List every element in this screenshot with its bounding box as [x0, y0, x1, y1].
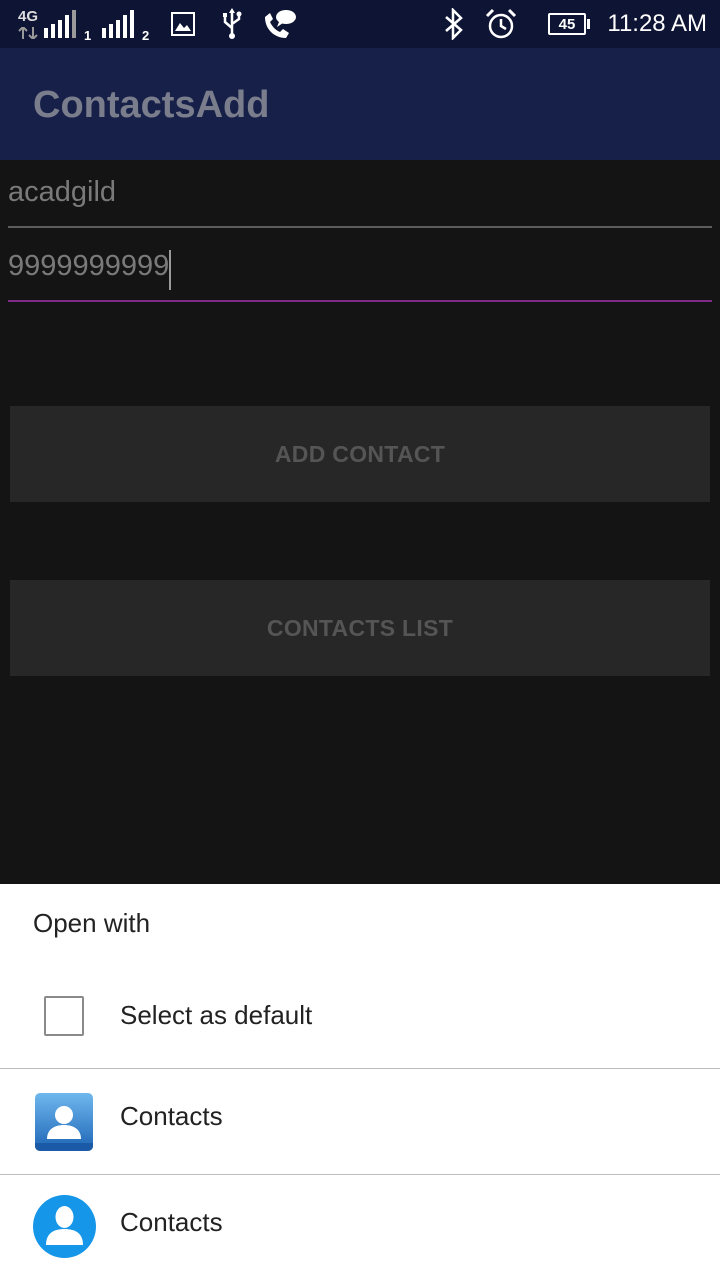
data-arrows-icon [18, 27, 38, 39]
app-option-contacts-2[interactable]: Contacts [0, 1175, 720, 1279]
select-default-checkbox[interactable] [44, 996, 84, 1036]
select-default-row[interactable]: Select as default [0, 972, 720, 1068]
network-type: 4G [18, 8, 39, 25]
usb-icon [223, 8, 242, 39]
phone-input-value: 9999999999 [8, 250, 170, 282]
contacts-round-icon [33, 1195, 96, 1258]
app-option-contacts-1[interactable]: Contacts [0, 1069, 720, 1173]
sim2-label: 2 [142, 28, 150, 43]
status-bar: 4G 1 2 45 11:28 AM [0, 0, 720, 48]
contacts-list-label: CONTACTS LIST [266, 614, 454, 641]
call-message-icon [265, 10, 296, 38]
gallery-icon [171, 12, 195, 36]
name-input-value: acadgild [8, 176, 117, 208]
app-option-label: Contacts [120, 1101, 223, 1131]
add-contact-button[interactable]: ADD CONTACT [10, 406, 710, 502]
sim1-label: 1 [84, 28, 92, 43]
signal-sim2-icon [102, 10, 134, 38]
contacts-list-button[interactable]: CONTACTS LIST [10, 580, 710, 676]
phone-input[interactable]: 9999999999 [8, 242, 712, 302]
battery-level: 45 [558, 15, 576, 33]
alarm-icon [485, 8, 517, 39]
bluetooth-icon [445, 8, 463, 40]
add-contact-label: ADD CONTACT [274, 440, 446, 467]
battery-tip [587, 19, 590, 29]
select-default-label: Select as default [120, 1000, 313, 1030]
open-with-sheet: Open with Select as default Contacts Con… [0, 884, 720, 1280]
app-option-label: Contacts [120, 1207, 223, 1237]
battery-icon: 45 [548, 13, 586, 35]
clock: 11:28 AM [607, 10, 707, 37]
signal-sim1-icon [44, 10, 76, 38]
name-input[interactable]: acadgild [8, 168, 712, 228]
text-cursor [169, 250, 172, 290]
contacts-square-icon [35, 1093, 93, 1151]
sheet-title: Open with [33, 908, 151, 938]
app-title: ContactsAdd [33, 84, 270, 126]
